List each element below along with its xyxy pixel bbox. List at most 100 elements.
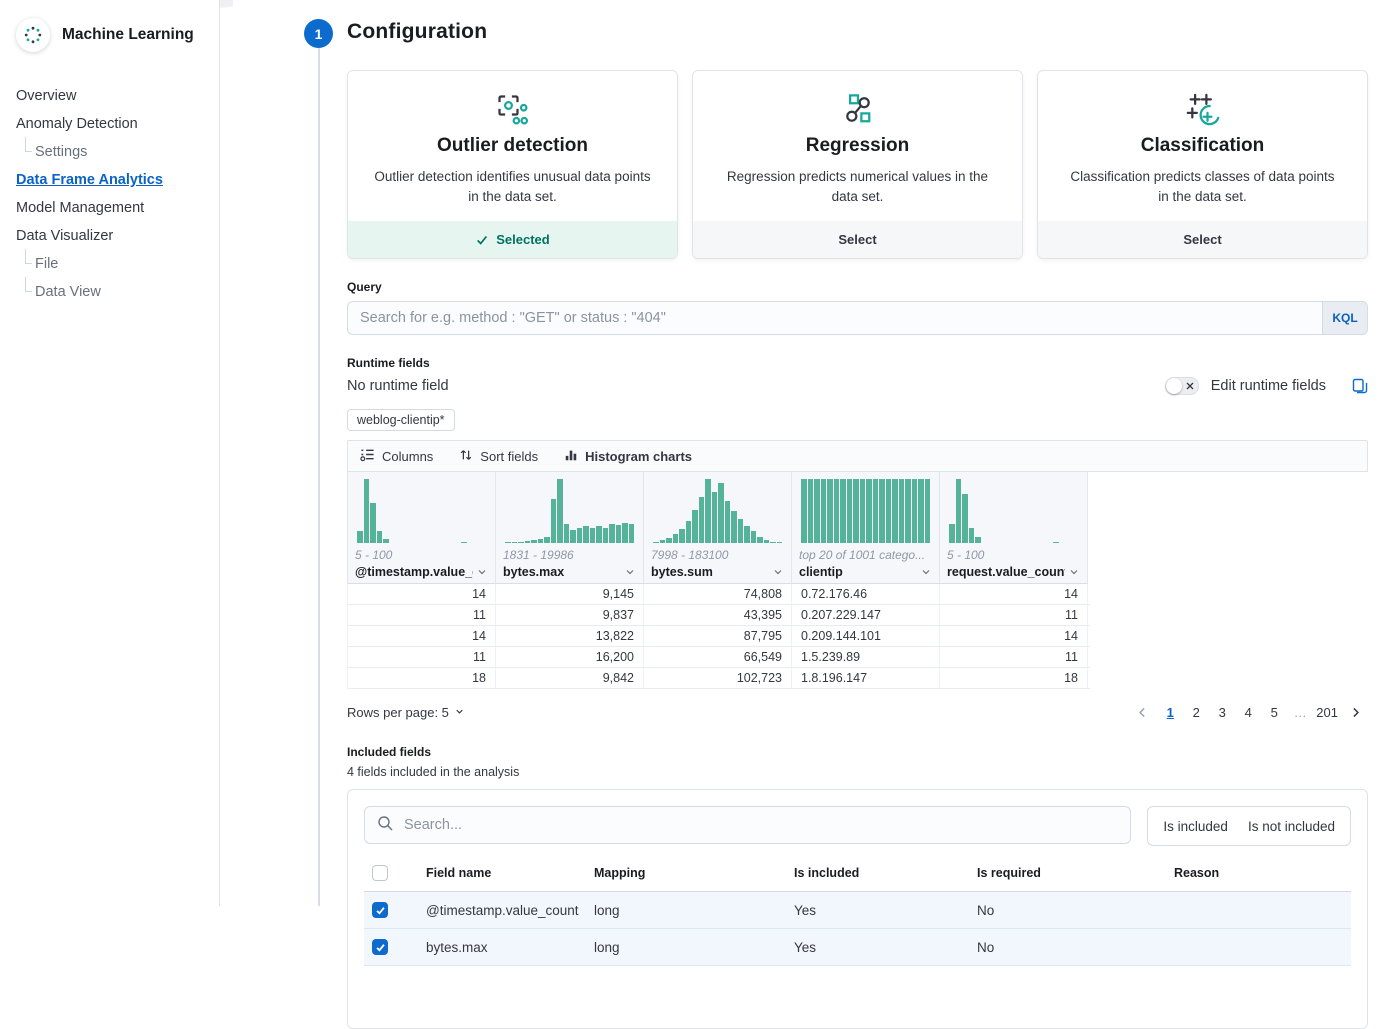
sort-fields-label: Sort fields [480,449,538,464]
sidebar-item-overview[interactable]: Overview [0,82,219,110]
select-all-checkbox-cell [364,865,418,881]
data-grid-cell[interactable]: 87,795 [644,626,792,646]
filter-button-is-not-included[interactable]: Is not included [1238,807,1345,845]
next-page-icon[interactable] [1343,704,1368,721]
previous-page-icon[interactable] [1130,704,1155,721]
sidebar-item-model-management[interactable]: Model Management [0,194,219,222]
data-grid-cell[interactable]: 11 [940,605,1088,625]
job-type-card-regression[interactable]: RegressionRegression predicts numerical … [692,70,1023,259]
histogram-bar [583,526,589,543]
data-grid-cell[interactable]: 0.207.229.147 [792,605,940,625]
data-grid-cell[interactable]: 74,808 [644,584,792,604]
sidebar-item-anomaly-detection[interactable]: Anomaly Detection [0,110,219,138]
grid-column-header-bytes-sum[interactable]: 7998 - 183100bytes.sum [644,472,792,584]
column-name-row: clientip [799,565,932,579]
histogram-bar [751,531,757,543]
histogram-bar [744,526,750,543]
app-home-link[interactable]: Machine Learning [0,0,219,60]
sidebar-item-data-frame-analytics[interactable]: Data Frame Analytics [0,166,219,194]
sidebar-item-data-view[interactable]: Data View [0,278,219,306]
column-range-label: top 20 of 1001 catego... [799,548,932,562]
column-menu-chevron-icon[interactable] [917,566,932,578]
data-grid-row: 119,83743,3950.207.229.14711 [348,605,1090,626]
data-grid-cell[interactable]: 11 [940,647,1088,667]
sidebar-item-file[interactable]: File [0,250,219,278]
edit-runtime-fields-toggle[interactable] [1165,377,1199,395]
data-grid-cell[interactable]: 0.72.176.46 [792,584,940,604]
fields-header-is-required: Is required [969,866,1166,880]
grid-column-header-timestamp-value-count[interactable]: 5 - 100@timestamp.value_count [348,472,496,584]
select-button[interactable]: Select [1038,221,1367,258]
histogram-charts-button[interactable]: Histogram charts [564,448,692,465]
data-grid-cell[interactable]: 14 [940,584,1088,604]
data-grid-cell[interactable]: 9,842 [496,668,644,688]
step-number-badge: 1 [304,19,333,48]
data-grid-cell[interactable]: 43,395 [644,605,792,625]
job-type-card-classification[interactable]: ClassificationClassification predicts cl… [1037,70,1368,259]
page-button-5[interactable]: 5 [1263,703,1285,722]
data-grid-cell[interactable]: 102,723 [644,668,792,688]
sidebar-nav: OverviewAnomaly DetectionSettingsData Fr… [0,82,219,306]
grid-column-header-request-value-count[interactable]: 5 - 100request.value_count [940,472,1088,584]
rows-per-page-button[interactable]: Rows per page: 5 [347,705,465,720]
filter-button-is-included[interactable]: Is included [1153,807,1238,845]
field-is-included: Yes [786,903,969,918]
sort-fields-button[interactable]: Sort fields [459,448,538,465]
histogram-bar [892,479,898,543]
column-menu-chevron-icon[interactable] [1065,566,1080,578]
grid-column-header-clientip[interactable]: top 20 of 1001 catego... clientip [792,472,940,584]
page-button-4[interactable]: 4 [1237,703,1259,722]
column-name-row: bytes.sum [651,565,784,579]
query-language-button[interactable]: KQL [1322,301,1368,335]
data-grid-cell[interactable]: 14 [348,626,496,646]
data-grid-cell[interactable]: 66,549 [644,647,792,667]
data-grid-cell[interactable]: 14 [940,626,1088,646]
data-grid-cell[interactable]: 11 [348,647,496,667]
histogram-bar [660,540,666,543]
histogram-chart-bytes-max [503,479,636,543]
select-all-checkbox[interactable] [372,865,388,881]
data-grid-cell[interactable]: 13,822 [496,626,644,646]
field-checkbox[interactable] [372,939,388,955]
column-menu-chevron-icon[interactable] [621,566,636,578]
data-grid-cell[interactable]: 0.209.144.101 [792,626,940,646]
page-button-1[interactable]: 1 [1159,703,1181,722]
column-menu-chevron-icon[interactable] [473,566,488,578]
page-button-201[interactable]: 201 [1315,703,1339,722]
data-grid-cell[interactable]: 18 [940,668,1088,688]
histogram-bar [370,503,376,543]
job-type-card-outlier-detection[interactable]: Outlier detectionOutlier detection ident… [347,70,678,259]
sidebar-item-settings[interactable]: Settings [0,138,219,166]
select-button[interactable]: Select [693,221,1022,258]
histogram-bar [912,479,918,543]
grid-column-header-bytes-max[interactable]: 1831 - 19986bytes.max [496,472,644,584]
data-grid-cell[interactable]: 9,837 [496,605,644,625]
sidebar-item-data-visualizer[interactable]: Data Visualizer [0,222,219,250]
edit-runtime-fields-label[interactable]: Edit runtime fields [1211,378,1326,394]
fields-search-input[interactable] [402,816,1118,834]
histogram-bar [770,542,776,543]
copy-to-clipboard-icon[interactable] [1352,378,1368,394]
selected-indicator[interactable]: Selected [348,221,677,258]
column-name-row: request.value_count [947,565,1080,579]
data-grid-cell[interactable]: 9,145 [496,584,644,604]
query-search-input[interactable] [347,301,1322,335]
histogram-bar [666,538,672,543]
histogram-bar [712,492,718,543]
page-button-3[interactable]: 3 [1211,703,1233,722]
columns-button[interactable]: Columns [360,447,433,465]
page-button-2[interactable]: 2 [1185,703,1207,722]
data-grid-cell[interactable]: 14 [348,584,496,604]
column-menu-chevron-icon[interactable] [769,566,784,578]
field-checkbox[interactable] [372,902,388,918]
data-grid-cell[interactable]: 18 [348,668,496,688]
data-grid-cell[interactable]: 1.5.239.89 [792,647,940,667]
app-title: Machine Learning [62,26,194,44]
card-description: Classification predicts classes of data … [1064,167,1341,206]
check-icon [475,233,489,247]
histogram-bar [808,479,814,543]
data-grid-cell[interactable]: 1.8.196.147 [792,668,940,688]
fields-header-reason: Reason [1166,866,1351,880]
data-grid-cell[interactable]: 16,200 [496,647,644,667]
data-grid-cell[interactable]: 11 [348,605,496,625]
